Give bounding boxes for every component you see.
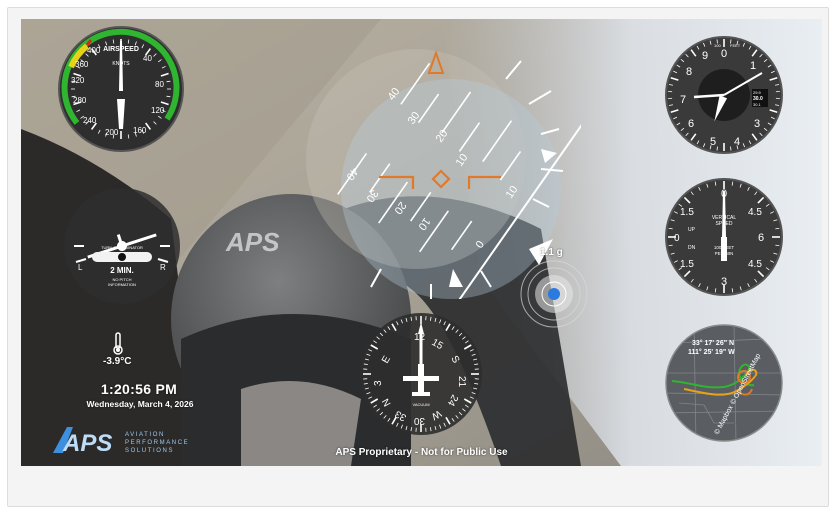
turn-left-label: L <box>78 263 83 272</box>
vsi-label-0: 0 <box>674 233 680 244</box>
pitch-label-left-30: 30 <box>406 110 423 127</box>
pitch-label-lower-0: 0 <box>474 239 487 251</box>
airspeed-label-320: 320 <box>71 76 85 85</box>
vsi-dn-label: DN <box>688 245 696 251</box>
airspeed-label-40: 40 <box>143 54 152 63</box>
inclinometer-ball <box>118 253 126 261</box>
pitch-label-left-40: 40 <box>386 86 403 103</box>
pitch-label-lower-10: 10 <box>504 184 521 201</box>
vsi-label-1-5-up: 1.5 <box>680 207 694 218</box>
cockpit-video-panel[interactable]: APS AIRSPEED KNOTS 40 80 120 160 200 240… <box>21 19 822 466</box>
vsi-label-3: 3 <box>721 276 727 288</box>
g-meter-dot <box>548 288 560 300</box>
alt-label-1: 1 <box>750 60 756 72</box>
alt-label-6: 6 <box>688 118 694 130</box>
kollsman-29-9: 29.9 <box>753 90 762 95</box>
airspeed-label-400: 400 <box>87 46 101 55</box>
logo-line-performance: PERFORMANCE <box>125 440 190 446</box>
vsi-label-6: 6 <box>758 232 764 244</box>
svg-text:APS: APS <box>225 227 280 257</box>
alt-unit-feet: FEET <box>730 43 741 48</box>
temperature-readout: -3.9°C <box>103 356 132 367</box>
alt-label-7: 7 <box>680 94 686 106</box>
turn-coordinator-title: TURN COORDINATOR <box>101 245 143 250</box>
vsi-label-1-5-dn: 1.5 <box>680 259 694 270</box>
pitch-label-right-10: 10 <box>416 215 433 232</box>
map-latitude: 33° 17' 26" N <box>692 339 734 347</box>
heading-label-30: 30 <box>413 415 425 426</box>
clock-date: Wednesday, March 4, 2026 <box>86 399 194 409</box>
airspeed-label-160: 160 <box>133 126 147 135</box>
alt-label-5: 5 <box>710 136 716 148</box>
airspeed-label-360: 360 <box>75 60 89 69</box>
kollsman-30-1: 30.1 <box>753 102 762 107</box>
moving-map[interactable]: 33° 17' 26" N 111° 25' 19" W © Mapbox © … <box>664 323 784 443</box>
heading-indicator: 12 15 S 21 24 W 30 33 N 3 E VACUUM <box>360 313 482 435</box>
airspeed-label-80: 80 <box>155 80 164 89</box>
turn-right-label: R <box>160 263 166 272</box>
gauge-tick <box>716 146 718 151</box>
pitch-label-right-30: 30 <box>364 187 381 204</box>
airspeed-indicator: AIRSPEED KNOTS 40 80 120 160 200 240 280… <box>58 26 184 152</box>
aircraft-reference-symbol <box>379 169 501 189</box>
no-pitch-line2: INFORMATION <box>108 282 136 287</box>
vertical-speed-indicator: 0 1.5 4.5 6 4.5 3 1.5 0 UP DN VERTICAL S… <box>665 178 783 296</box>
vsi-label-4-5-dn: 4.5 <box>748 259 762 270</box>
pitch-label-left-10: 10 <box>454 152 471 169</box>
airspeed-label-240: 240 <box>83 116 97 125</box>
alt-label-0: 0 <box>721 48 727 60</box>
turn-time-label: 2 MIN. <box>110 266 134 275</box>
g-load-readout: 1.1 g <box>540 247 563 258</box>
logo-line-aviation: AVIATION <box>125 432 165 438</box>
clock-time: 1:20:56 PM <box>100 381 178 397</box>
attitude-sky-pointer <box>427 49 445 74</box>
roll-pointer <box>449 269 463 287</box>
thermometer-icon <box>113 332 123 355</box>
heading-vacuum-label: VACUUM <box>412 402 429 407</box>
airspeed-label-120: 120 <box>151 106 165 115</box>
airspeed-label-280: 280 <box>73 96 87 105</box>
bank-pointer <box>541 149 557 163</box>
pitch-label-left-20: 20 <box>434 128 451 145</box>
vsi-up-label: UP <box>688 227 696 233</box>
vsi-label-4-5-up: 4.5 <box>748 207 762 218</box>
alt-label-8: 8 <box>686 66 692 78</box>
map-longitude: 111° 25' 19" W <box>688 348 735 356</box>
alt-unit-100: 100 <box>714 43 721 48</box>
altimeter: 0 1 2 3 4 5 6 7 8 9 100 FEET 29.9 30.0 3… <box>665 36 783 154</box>
gauge-tick <box>730 146 732 151</box>
turn-coordinator: TURN COORDINATOR L R 2 MIN. NO PITCH INF… <box>64 188 180 304</box>
heading-label-21: 21 <box>456 376 467 388</box>
pitch-label-right-40: 40 <box>344 165 361 182</box>
airspeed-label-200: 200 <box>105 128 119 137</box>
proprietary-footer: APS Proprietary - Not for Public Use <box>335 447 508 458</box>
heading-label-3: 3 <box>373 380 384 386</box>
alt-label-9: 9 <box>702 50 708 62</box>
alt-label-3: 3 <box>754 118 760 130</box>
g-meter <box>520 260 588 328</box>
alt-label-4: 4 <box>734 136 740 148</box>
vsi-needle-tail <box>721 237 727 261</box>
